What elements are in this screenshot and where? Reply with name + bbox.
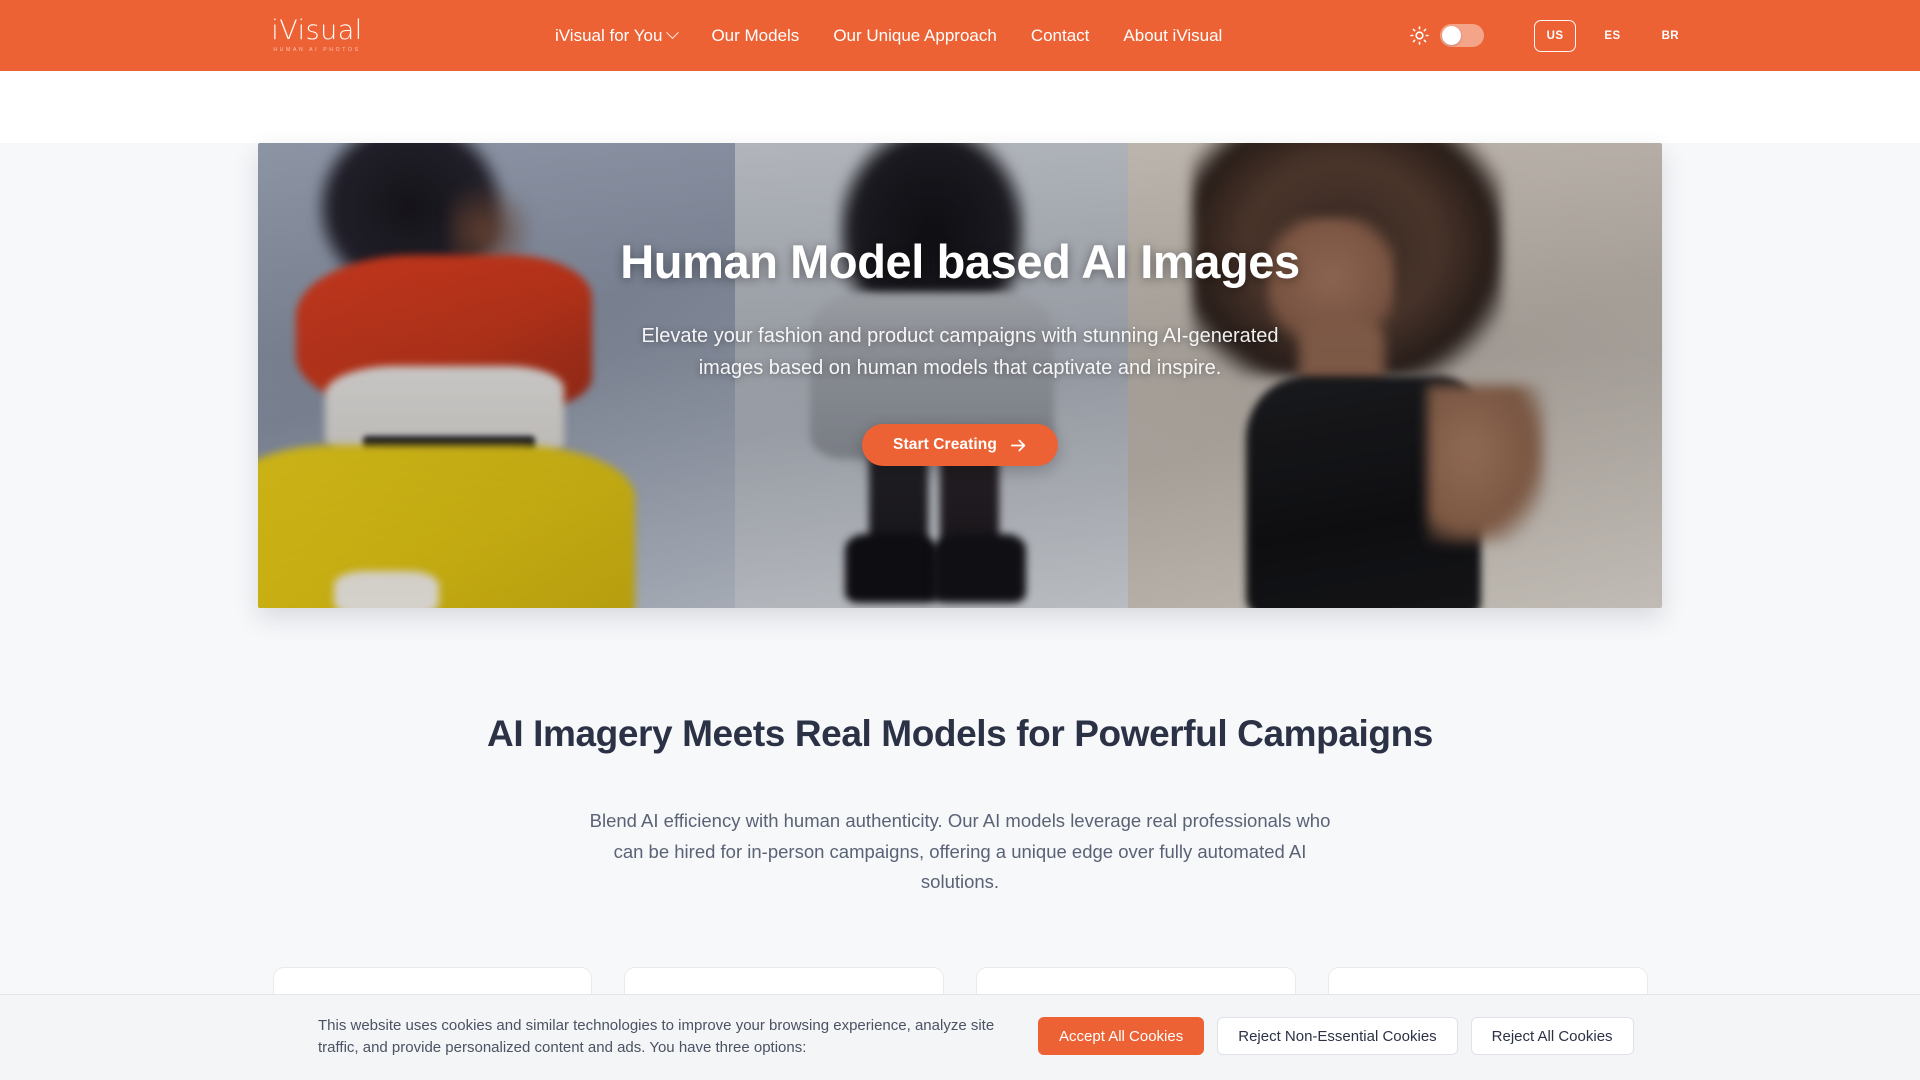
reject-all-cookies-button[interactable]: Reject All Cookies (1470, 1017, 1634, 1055)
language-option-es[interactable]: ES (1591, 20, 1633, 52)
language-option-br[interactable]: BR (1649, 20, 1692, 52)
start-creating-button[interactable]: Start Creating (862, 424, 1058, 467)
site-header: iVisual HUMAN AI PHOTOS iVisual for You … (0, 0, 1920, 71)
nav-item-our-unique-approach[interactable]: Our Unique Approach (816, 0, 1014, 71)
cookie-banner-text: This website uses cookies and similar te… (318, 1017, 995, 1057)
nav-label: iVisual for You (555, 26, 663, 45)
nav-item-about-ivisual[interactable]: About iVisual (1106, 0, 1239, 71)
section-description: Blend AI efficiency with human authentic… (589, 810, 1331, 893)
hero-title: Human Model based AI Images (620, 235, 1300, 288)
hero-content: Human Model based AI Images Elevate your… (258, 143, 1662, 608)
theme-toggle-switch[interactable] (1439, 24, 1484, 47)
reject-non-essential-cookies-button[interactable]: Reject Non-Essential Cookies (1217, 1017, 1458, 1055)
language-option-us[interactable]: US (1533, 19, 1577, 52)
cookie-consent-banner: This website uses cookies and similar te… (0, 994, 1920, 1080)
accept-all-cookies-button[interactable]: Accept All Cookies (1038, 1017, 1205, 1055)
hero-subtitle: Elevate your fashion and product campaig… (641, 324, 1279, 380)
logo-tagline: HUMAN AI PHOTOS (273, 47, 361, 53)
language-selector: US ES BR (1533, 19, 1692, 52)
logo[interactable]: iVisual HUMAN AI PHOTOS (271, 13, 363, 57)
arrow-right-icon (1010, 438, 1027, 453)
sun-icon (1409, 26, 1429, 45)
nav-item-our-models[interactable]: Our Models (694, 0, 816, 71)
section-title: AI Imagery Meets Real Models for Powerfu… (487, 713, 1433, 754)
theme-switcher (1409, 24, 1484, 47)
nav-item-contact[interactable]: Contact (1014, 0, 1107, 71)
cookie-banner-actions: Accept All Cookies Reject Non-Essential … (1038, 1017, 1634, 1055)
chevron-down-icon (666, 26, 680, 40)
main-navigation: iVisual for You Our Models Our Unique Ap… (538, 0, 1239, 71)
cta-label: Start Creating (893, 436, 997, 454)
logo-text: iVisual (271, 15, 363, 46)
hero-section: Human Model based AI Images Elevate your… (0, 137, 1920, 672)
toggle-knob (1441, 26, 1461, 45)
nav-item-ivisual-for-you[interactable]: iVisual for You (538, 0, 694, 71)
hero-banner: Human Model based AI Images Elevate your… (258, 143, 1662, 608)
header-controls: US ES BR (1409, 0, 1692, 71)
header-hero-gap (0, 71, 1920, 137)
